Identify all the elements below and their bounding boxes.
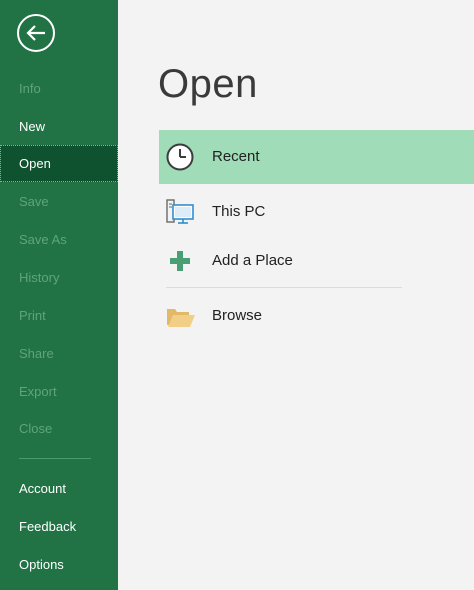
location-label: Add a Place	[212, 252, 293, 269]
computer-icon	[166, 199, 194, 224]
nav-options[interactable]: Options	[0, 546, 118, 583]
nav-feedback[interactable]: Feedback	[0, 508, 118, 545]
back-button[interactable]	[17, 14, 55, 52]
nav-share[interactable]: Share	[0, 335, 118, 372]
clock-icon	[166, 143, 194, 171]
location-label: This PC	[212, 203, 266, 220]
open-pane: Open Recent This PC Add a Place Browse	[118, 0, 474, 590]
location-label: Recent	[212, 148, 260, 165]
nav-history[interactable]: History	[0, 259, 118, 296]
page-title: Open	[158, 62, 258, 106]
sidebar-divider	[19, 458, 91, 459]
nav-open[interactable]: Open	[0, 145, 118, 182]
nav-save-as[interactable]: Save As	[0, 221, 118, 258]
back-arrow-icon	[26, 25, 45, 41]
folder-icon	[167, 309, 195, 327]
nav-new[interactable]: New	[0, 108, 118, 145]
plus-icon	[170, 251, 190, 271]
location-divider	[166, 287, 402, 288]
backstage-sidebar: Info New Open Save Save As History Print…	[0, 0, 118, 590]
location-browse[interactable]: Browse	[159, 289, 474, 343]
nav-print[interactable]: Print	[0, 297, 118, 334]
location-this-pc[interactable]: This PC	[159, 185, 474, 239]
location-add-place[interactable]: Add a Place	[159, 234, 474, 288]
nav-account[interactable]: Account	[0, 470, 118, 507]
nav-close[interactable]: Close	[0, 410, 118, 447]
location-recent[interactable]: Recent	[159, 130, 474, 184]
nav-export[interactable]: Export	[0, 373, 118, 410]
nav-save[interactable]: Save	[0, 183, 118, 220]
location-label: Browse	[212, 307, 263, 324]
nav-info[interactable]: Info	[0, 70, 118, 107]
